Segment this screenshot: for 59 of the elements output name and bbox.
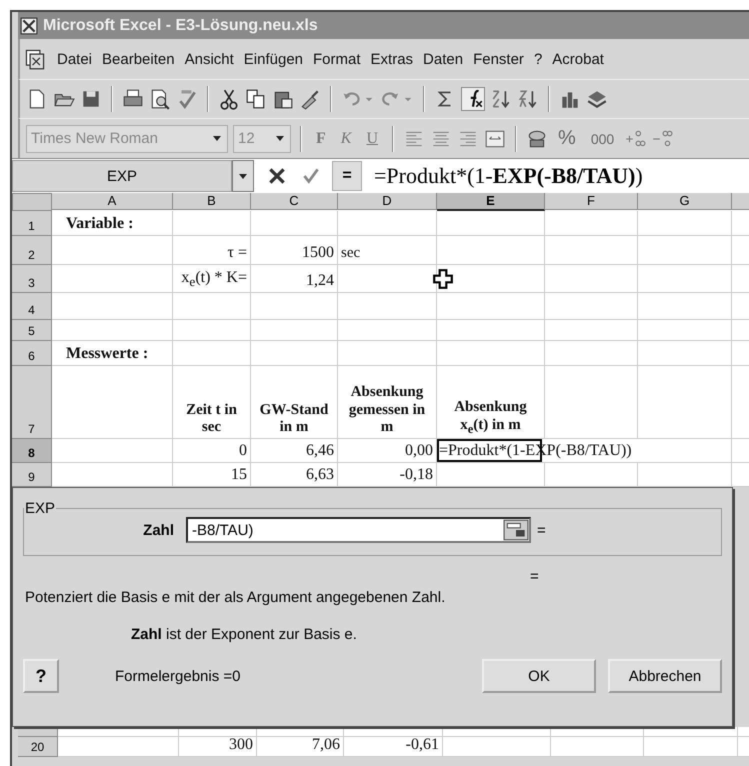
function-result: = xyxy=(530,568,539,585)
row-header[interactable]: 1 xyxy=(12,211,52,236)
column-header[interactable]: F xyxy=(545,193,638,210)
menu-item[interactable]: Daten xyxy=(418,50,468,68)
sort-descending-icon[interactable] xyxy=(517,88,539,110)
row-header[interactable]: 8 xyxy=(12,439,52,463)
name-box[interactable]: EXP xyxy=(12,160,232,192)
argument-result: = xyxy=(537,522,546,538)
row-header[interactable]: 20 xyxy=(18,737,58,757)
excel-icon xyxy=(20,16,38,34)
formula-result: Formelergebnis =0 xyxy=(115,668,240,684)
thousands-button[interactable]: 000 xyxy=(586,130,620,146)
row-header[interactable]: 5 xyxy=(12,320,52,341)
percent-button[interactable]: % xyxy=(553,127,581,150)
table-cell: 7,06 xyxy=(257,737,344,757)
dialog-button[interactable]: Abbrechen xyxy=(608,659,722,693)
menu-item[interactable]: Bearbeiten xyxy=(97,50,180,68)
cross-cursor-icon xyxy=(432,268,454,290)
workbook-icon[interactable] xyxy=(24,48,46,70)
dialog-button[interactable]: OK xyxy=(482,659,596,693)
table-cell: Absenkung x$_{e}$(t) in m xyxy=(437,366,545,439)
menu-item[interactable]: Datei xyxy=(52,50,98,68)
argument-field[interactable]: -B8/TAU) xyxy=(186,517,531,543)
window-title: Microsoft Excel - E3-Lösung.neu.xls xyxy=(43,16,318,34)
formula-field[interactable]: =Produkt*(1-EXP(-B8/TAU)) xyxy=(362,163,749,189)
function-icon[interactable] xyxy=(461,87,485,111)
column-header[interactable]: E xyxy=(437,193,545,211)
menu-item[interactable]: Format xyxy=(308,50,366,68)
row-header[interactable]: 2 xyxy=(12,236,52,265)
menu-item[interactable]: Extras xyxy=(366,50,418,68)
column-header[interactable]: B xyxy=(173,193,251,210)
dropdown-button[interactable] xyxy=(232,160,254,192)
argument-description: Zahl ist der Exponent zur Basis e. xyxy=(131,626,358,643)
table-cell: -0,61 xyxy=(344,737,443,757)
copy-icon[interactable] xyxy=(245,88,267,110)
menu-item[interactable]: ? xyxy=(528,50,548,68)
column-header[interactable]: G xyxy=(638,193,732,210)
menu-item[interactable]: Ansicht xyxy=(180,50,239,68)
collapse-dialog-icon[interactable] xyxy=(503,519,529,541)
help-button[interactable]: ? xyxy=(23,659,59,693)
argument-label: Zahl xyxy=(142,522,174,538)
print-preview-icon[interactable] xyxy=(149,88,171,110)
sort-ascending-icon[interactable] xyxy=(490,88,512,110)
menu-item[interactable]: Acrobat xyxy=(547,50,609,68)
row-header[interactable]: 3 xyxy=(12,265,52,293)
row-header[interactable]: 4 xyxy=(12,293,52,320)
function-description: Potenziert die Basis e mit der als Argument angegebenen Zahl. xyxy=(25,589,446,606)
table-cell: 300 xyxy=(179,737,257,757)
column-header[interactable]: C xyxy=(251,193,338,210)
function-name: EXP xyxy=(24,500,56,517)
scissors-icon[interactable] xyxy=(218,88,240,110)
row-header[interactable]: 7 xyxy=(12,366,52,439)
menu-item[interactable]: Fenster xyxy=(468,50,529,68)
column-header[interactable]: D xyxy=(338,193,437,210)
column-header[interactable]: A xyxy=(52,193,173,210)
menu-item[interactable]: Einfügen xyxy=(238,50,308,68)
equals-button[interactable]: = xyxy=(332,161,362,191)
row-header[interactable]: 9 xyxy=(12,463,52,487)
row-header[interactable]: 6 xyxy=(12,341,52,366)
